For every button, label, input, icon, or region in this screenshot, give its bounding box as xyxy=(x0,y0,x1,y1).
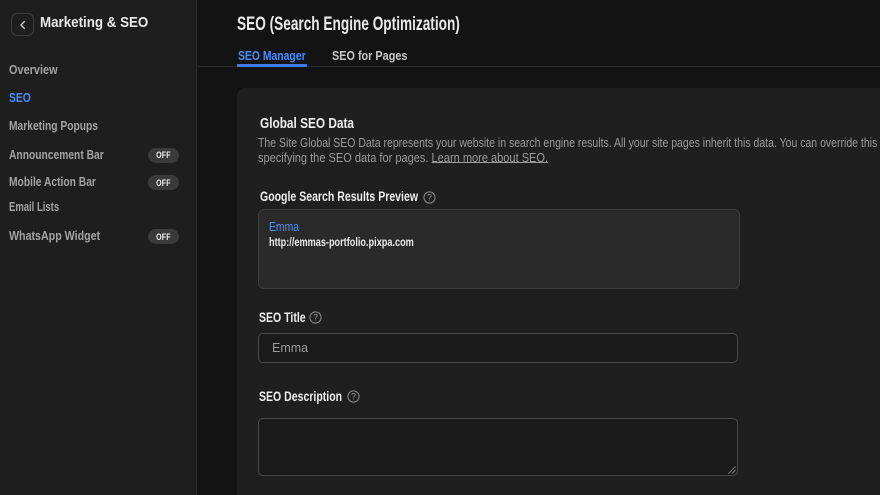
svg-text:?: ? xyxy=(351,391,356,401)
svg-text:?: ? xyxy=(313,312,318,322)
svg-text:?: ? xyxy=(427,192,432,202)
